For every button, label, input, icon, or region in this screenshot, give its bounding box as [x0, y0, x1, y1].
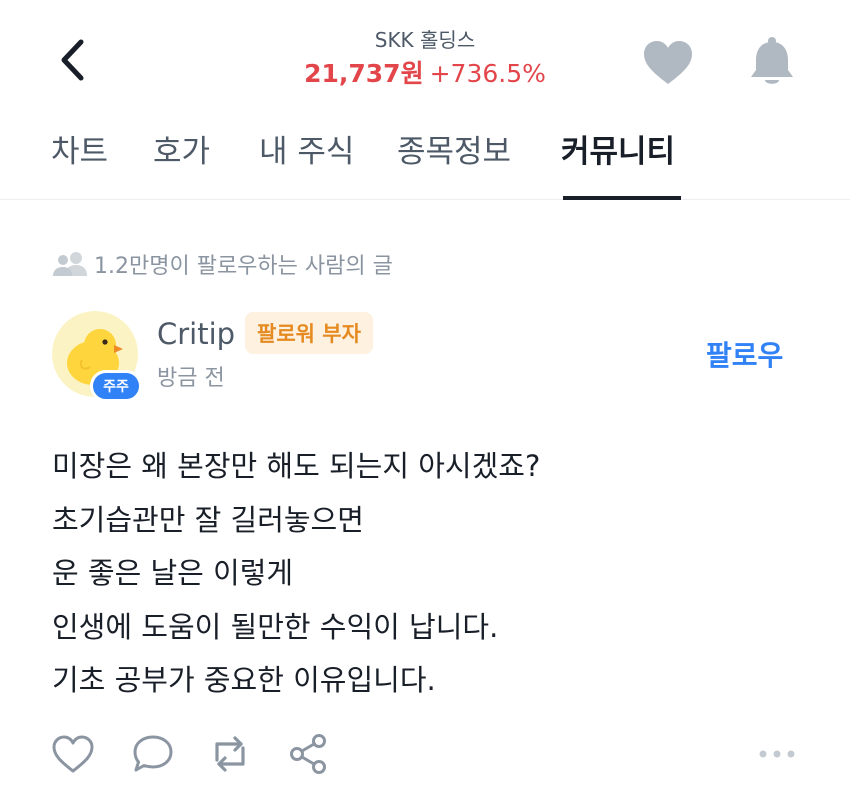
people-icon	[53, 252, 87, 276]
tab-bar: 차트 호가 내 주식 종목정보 커뮤니티	[0, 122, 850, 200]
stock-name: SKK 홀딩스	[374, 28, 476, 52]
top-bar: SKK 홀딩스 21,737원 +736.5%	[0, 0, 850, 120]
heart-icon	[644, 41, 692, 84]
share-icon	[290, 734, 326, 774]
tab-chart[interactable]: 차트	[51, 130, 108, 174]
more-icon	[759, 750, 795, 758]
active-tab-indicator	[563, 196, 681, 200]
heart-outline-icon	[52, 735, 94, 773]
bell-icon	[751, 37, 793, 84]
stock-title: SKK 홀딩스 21,737원 +736.5%	[0, 26, 850, 94]
author-badge: 팔로워 부자	[245, 312, 373, 354]
favorite-button[interactable]	[640, 38, 696, 88]
price-line: 21,737원 +736.5%	[0, 54, 850, 94]
post-line: 운 좋은 날은 이렇게	[52, 556, 294, 590]
tab-community[interactable]: 커뮤니티	[561, 130, 675, 174]
post-line: 미장은 왜 본장만 해도 되는지 아시겠죠?	[52, 449, 541, 483]
comment-icon	[133, 735, 173, 772]
tab-stock-info[interactable]: 종목정보	[397, 130, 511, 174]
follow-button[interactable]: 팔로우	[706, 336, 783, 376]
post-actions	[0, 728, 850, 784]
post-line: 인생에 도움이 될만한 수익이 납니다.	[52, 609, 499, 644]
follow-note: 1.2만명이 팔로우하는 사람의 글	[50, 246, 393, 282]
comment-button[interactable]	[128, 728, 178, 780]
post-body: 미장은 왜 본장만 해도 되는지 아시겠죠? 초기습관만 잘 길러놓으면 운 좋…	[52, 440, 812, 708]
tab-orderbook[interactable]: 호가	[153, 130, 210, 174]
more-button[interactable]	[752, 728, 802, 780]
follow-note-text: 1.2만명이 팔로우하는 사람의 글	[94, 254, 393, 279]
repost-button[interactable]	[205, 728, 255, 780]
price-change: +736.5%	[429, 59, 546, 88]
author-name[interactable]: Critip	[157, 314, 235, 354]
stock-price: 21,737원	[304, 59, 424, 88]
post-line: 기초 공부가 중요한 이유입니다.	[52, 663, 436, 697]
tab-my-stock[interactable]: 내 주식	[259, 130, 354, 174]
avatar-badge: 주주	[90, 370, 142, 402]
like-button[interactable]	[48, 728, 98, 780]
post-time: 방금 전	[157, 366, 225, 391]
post-line: 초기습관만 잘 길러놓으면	[52, 502, 364, 537]
alert-button[interactable]	[746, 34, 798, 90]
repost-icon	[215, 736, 245, 772]
share-button[interactable]	[283, 728, 333, 780]
